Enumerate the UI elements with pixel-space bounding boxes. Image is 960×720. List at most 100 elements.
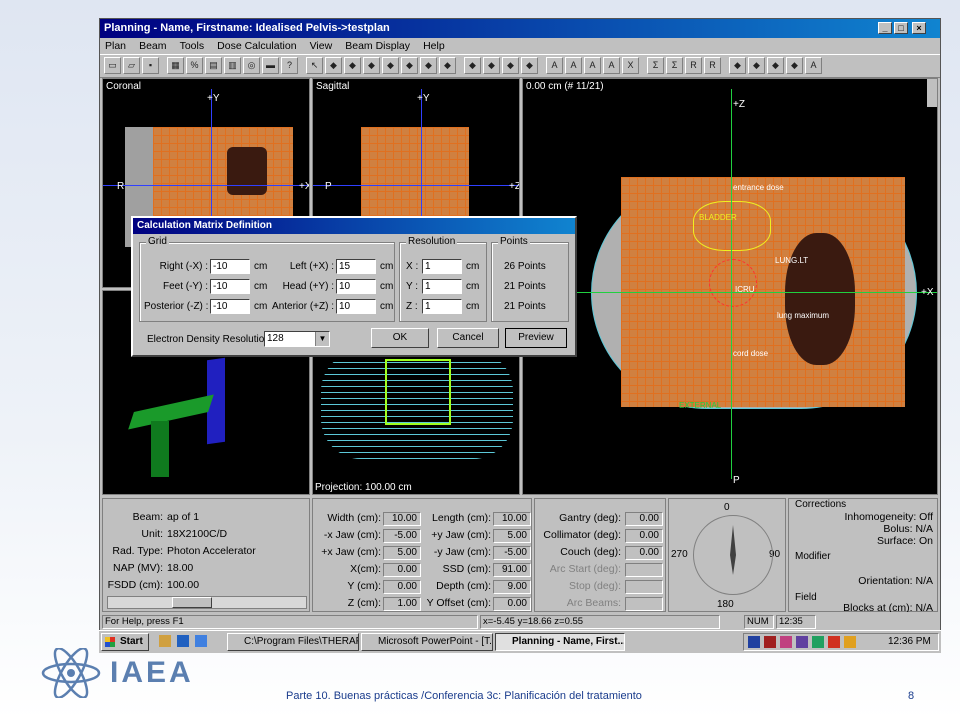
quicklaunch3-icon[interactable] xyxy=(195,635,207,647)
tray-icon-2[interactable] xyxy=(764,636,776,648)
right-input[interactable]: -10 xyxy=(210,259,250,274)
gantry-dial-panel: 0 270 90 180 xyxy=(668,498,786,612)
coronal-structure xyxy=(227,147,267,195)
posterior-unit: cm xyxy=(254,301,268,312)
left-input[interactable]: 15 xyxy=(336,259,376,274)
beam-icon[interactable]: ◆ xyxy=(325,57,342,74)
tray-icon-1[interactable] xyxy=(748,636,760,648)
sigma2-icon[interactable]: Σ xyxy=(666,57,683,74)
text2-icon[interactable]: A xyxy=(565,57,582,74)
help-icon[interactable]: ? xyxy=(281,57,298,74)
matrix-icon[interactable]: ▥ xyxy=(224,57,241,74)
arrow-icon[interactable]: ↖ xyxy=(306,57,323,74)
text-icon[interactable]: A xyxy=(546,57,563,74)
view4-icon[interactable]: ◆ xyxy=(786,57,803,74)
menu-plan[interactable]: Plan xyxy=(105,40,126,52)
quicklaunch-icon[interactable] xyxy=(159,635,171,647)
ssd-field[interactable]: 91.00 xyxy=(493,563,531,577)
tool2-icon[interactable]: ◆ xyxy=(363,57,380,74)
open-icon[interactable]: ▱ xyxy=(123,57,140,74)
xjaw-pos-field[interactable]: 5.00 xyxy=(383,546,421,560)
axial-scroll-arrows[interactable] xyxy=(927,79,937,107)
collimator-field[interactable]: 0.00 xyxy=(625,529,663,543)
y-field[interactable]: 0.00 xyxy=(383,580,421,594)
tool5-icon[interactable]: ◆ xyxy=(420,57,437,74)
task-powerpoint[interactable]: Microsoft PowerPoint - [T... xyxy=(361,633,493,651)
depth-field[interactable]: 9.00 xyxy=(493,580,531,594)
chevron-down-icon[interactable]: ▼ xyxy=(315,332,329,346)
menu-view[interactable]: View xyxy=(310,40,333,52)
head-input[interactable]: 10 xyxy=(336,279,376,294)
percent-icon[interactable]: % xyxy=(186,57,203,74)
tool6-icon[interactable]: ◆ xyxy=(439,57,456,74)
view3-icon[interactable]: ◆ xyxy=(767,57,784,74)
anterior-input[interactable]: 10 xyxy=(336,299,376,314)
tool3-icon[interactable]: ◆ xyxy=(382,57,399,74)
tray-icon-6[interactable] xyxy=(828,636,840,648)
task-planning[interactable]: Planning - Name, First... xyxy=(495,633,625,651)
scrollbar-thumb[interactable] xyxy=(172,597,212,608)
task-program-files[interactable]: C:\Program Files\THERAP... xyxy=(227,633,359,651)
save-icon[interactable]: ▪ xyxy=(142,57,159,74)
calculation-matrix-dialog: Calculation Matrix Definition Grid Right… xyxy=(131,216,577,357)
text4-icon[interactable]: A xyxy=(603,57,620,74)
text3-icon[interactable]: A xyxy=(584,57,601,74)
layout3-icon[interactable]: ◆ xyxy=(502,57,519,74)
posterior-input[interactable]: -10 xyxy=(210,299,250,314)
ok-button[interactable]: OK xyxy=(371,328,429,348)
arc-beams-field xyxy=(625,597,663,611)
res-x-input[interactable]: 1 xyxy=(422,259,462,274)
measure-icon[interactable]: ▬ xyxy=(262,57,279,74)
head-label: Head (+Y) : xyxy=(282,281,334,292)
layout2-icon[interactable]: ◆ xyxy=(483,57,500,74)
rx2-icon[interactable]: R xyxy=(704,57,721,74)
xjaw-neg-field[interactable]: -5.00 xyxy=(383,529,421,543)
res-z-input[interactable]: 1 xyxy=(422,299,462,314)
menu-help[interactable]: Help xyxy=(423,40,445,52)
sigma-icon[interactable]: Σ xyxy=(647,57,664,74)
gantry-field[interactable]: 0.00 xyxy=(625,512,663,526)
view-icon[interactable]: ◆ xyxy=(729,57,746,74)
width-field[interactable]: 10.00 xyxy=(383,512,421,526)
new-icon[interactable]: ▭ xyxy=(104,57,121,74)
x-field[interactable]: 0.00 xyxy=(383,563,421,577)
tray-icon-4[interactable] xyxy=(796,636,808,648)
beam-info-scrollbar[interactable] xyxy=(107,596,307,609)
length-field[interactable]: 10.00 xyxy=(493,512,531,526)
table-icon[interactable]: ▤ xyxy=(205,57,222,74)
start-button[interactable]: Start xyxy=(101,633,149,651)
text5-icon[interactable]: X xyxy=(622,57,639,74)
tray-icon-7[interactable] xyxy=(844,636,856,648)
res-x-unit: cm xyxy=(466,261,480,272)
layout-icon[interactable]: ◆ xyxy=(464,57,481,74)
font-icon[interactable]: A xyxy=(805,57,822,74)
rx-icon[interactable]: R xyxy=(685,57,702,74)
tray-icon-5[interactable] xyxy=(812,636,824,648)
menu-beam[interactable]: Beam xyxy=(139,40,166,52)
layout4-icon[interactable]: ◆ xyxy=(521,57,538,74)
quicklaunch2-icon[interactable] xyxy=(177,635,189,647)
tool4-icon[interactable]: ◆ xyxy=(401,57,418,74)
tool-icon[interactable]: ◆ xyxy=(344,57,361,74)
menu-beam-display[interactable]: Beam Display xyxy=(345,40,410,52)
preview-button[interactable]: Preview xyxy=(505,328,567,348)
minimize-button[interactable]: _ xyxy=(878,22,892,34)
z-field[interactable]: 1.00 xyxy=(383,597,421,611)
maximize-button[interactable]: □ xyxy=(894,22,908,34)
cancel-button[interactable]: Cancel xyxy=(437,328,499,348)
menu-dose-calculation[interactable]: Dose Calculation xyxy=(217,40,296,52)
couch-field[interactable]: 0.00 xyxy=(625,546,663,560)
axial-view[interactable]: 0.00 cm (# 11/21) +Z +X P entrance dose … xyxy=(522,78,938,495)
edr-select[interactable]: 128 ▼ xyxy=(264,331,330,347)
close-button[interactable]: × xyxy=(912,22,926,34)
view2-icon[interactable]: ◆ xyxy=(748,57,765,74)
zoom-icon[interactable]: ◎ xyxy=(243,57,260,74)
tray-icon-3[interactable] xyxy=(780,636,792,648)
yoffset-field[interactable]: 0.00 xyxy=(493,597,531,611)
yjaw-pos-field[interactable]: 5.00 xyxy=(493,529,531,543)
yjaw-neg-field[interactable]: -5.00 xyxy=(493,546,531,560)
menu-tools[interactable]: Tools xyxy=(180,40,205,52)
feet-input[interactable]: -10 xyxy=(210,279,250,294)
grid-icon[interactable]: ▦ xyxy=(167,57,184,74)
res-y-input[interactable]: 1 xyxy=(422,279,462,294)
